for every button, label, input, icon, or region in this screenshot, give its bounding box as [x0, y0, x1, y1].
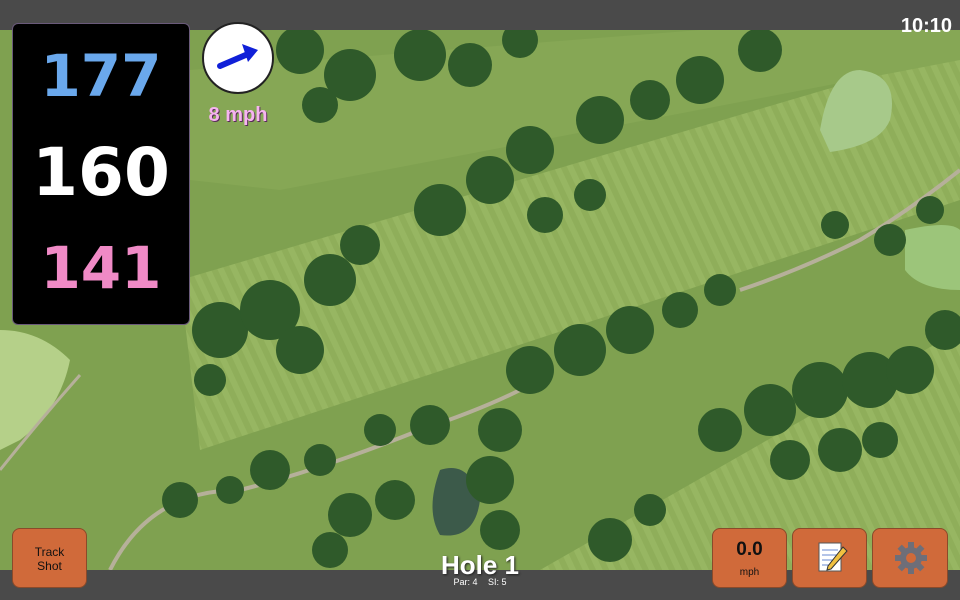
speed-unit: mph — [739, 567, 760, 578]
yardage-panel: 177 160 141 — [12, 23, 190, 325]
back-yardage: 177 — [40, 42, 162, 110]
notepad-icon — [818, 542, 848, 572]
middle-yardage: 160 — [32, 134, 170, 211]
notes-button[interactable] — [792, 528, 867, 588]
hole-par: Par: 4 — [453, 577, 478, 587]
front-yardage: 141 — [40, 234, 162, 302]
clock: 10:10 — [900, 15, 952, 37]
wind-speed-label: 8 mph — [208, 104, 268, 126]
speed-button[interactable]: 0.0 mph — [712, 528, 787, 588]
hole-stroke-index: SI: 5 — [488, 577, 507, 587]
settings-button[interactable] — [872, 528, 948, 588]
wind-indicator — [202, 22, 274, 94]
track-shot-button[interactable]: Track Shot — [12, 528, 87, 588]
arrow-up-right-icon — [217, 44, 258, 69]
gear-icon — [895, 542, 927, 574]
hole-info: Par: 4 SI: 5 — [400, 577, 560, 587]
speed-value: 0.0 — [736, 539, 763, 560]
track-shot-label-line2: Shot — [37, 559, 62, 573]
track-shot-label-line1: Track — [34, 545, 65, 559]
